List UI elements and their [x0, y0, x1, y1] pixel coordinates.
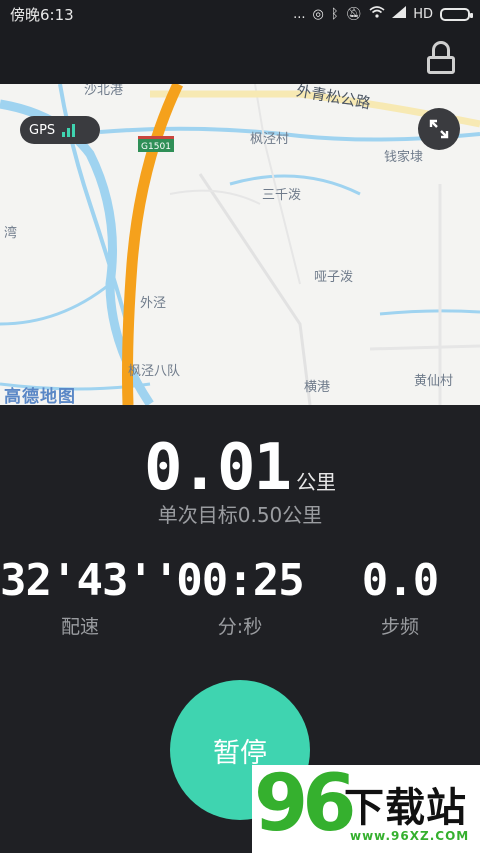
- stat-duration: 00:25 分:秒: [160, 555, 320, 639]
- network-type: HD: [413, 6, 433, 22]
- status-bar: 傍晚6:13 ... ◎ ᛒ 🔕︎ HD: [0, 0, 480, 28]
- alarm-icon: ◎: [312, 6, 324, 22]
- stat-value: 00:25: [176, 555, 304, 606]
- bluetooth-icon: ᛒ: [330, 6, 339, 22]
- stat-pace: 32'43'' 配速: [0, 555, 179, 639]
- map-label: 横港: [304, 380, 331, 395]
- stat-label: 配速: [60, 616, 99, 638]
- map-label: 枫泾村: [250, 132, 290, 147]
- gps-label: GPS: [29, 122, 56, 138]
- status-icons: ... ◎ ᛒ 🔕︎ HD: [293, 6, 473, 22]
- gps-signal-icon: [62, 123, 76, 137]
- site-watermark: 96 下载站 www.96XZ.COM: [252, 759, 480, 853]
- lock-icon: [432, 41, 450, 57]
- map-label: 枫泾八队: [128, 364, 181, 379]
- stat-cadence: 0.0 步频: [320, 555, 480, 639]
- distance-display: 0.01 公里: [0, 431, 480, 505]
- map-label: 外泾: [140, 296, 167, 311]
- stat-value: 32'43'': [0, 555, 179, 606]
- map-label: 湾: [4, 226, 18, 241]
- route-badge: G1501: [138, 136, 174, 152]
- battery-icon: [440, 7, 473, 21]
- wifi-icon: [369, 6, 385, 22]
- map-label: 沙北港: [84, 84, 124, 98]
- map-label: 哑子泼: [314, 270, 354, 285]
- stat-label: 步频: [380, 616, 419, 638]
- fullscreen-button[interactable]: [418, 108, 460, 150]
- map-label: 三千泼: [262, 188, 302, 203]
- watermark-number: 96: [254, 759, 357, 849]
- silent-icon: 🔕︎: [345, 6, 363, 22]
- expand-icon: [429, 119, 449, 139]
- cell-signal-icon: [392, 6, 407, 22]
- watermark-url: www.96XZ.COM: [350, 829, 470, 843]
- lock-icon-body: [427, 56, 455, 74]
- goal-text: 单次目标0.50公里: [157, 503, 323, 527]
- more-dots: ...: [293, 6, 306, 22]
- map-label: 黄仙村: [414, 374, 454, 389]
- stat-label: 分:秒: [217, 616, 263, 638]
- status-time: 傍晚6:13: [10, 5, 74, 24]
- distance-value: 0.01: [143, 431, 292, 505]
- distance-unit: 公里: [296, 470, 337, 494]
- lock-button[interactable]: [426, 41, 456, 75]
- map-logo: 高德地图: [4, 387, 76, 407]
- app-bar: [0, 28, 480, 84]
- gps-indicator: GPS: [20, 116, 100, 144]
- stat-value: 0.0: [361, 555, 439, 606]
- watermark-text: 下载站: [344, 785, 467, 831]
